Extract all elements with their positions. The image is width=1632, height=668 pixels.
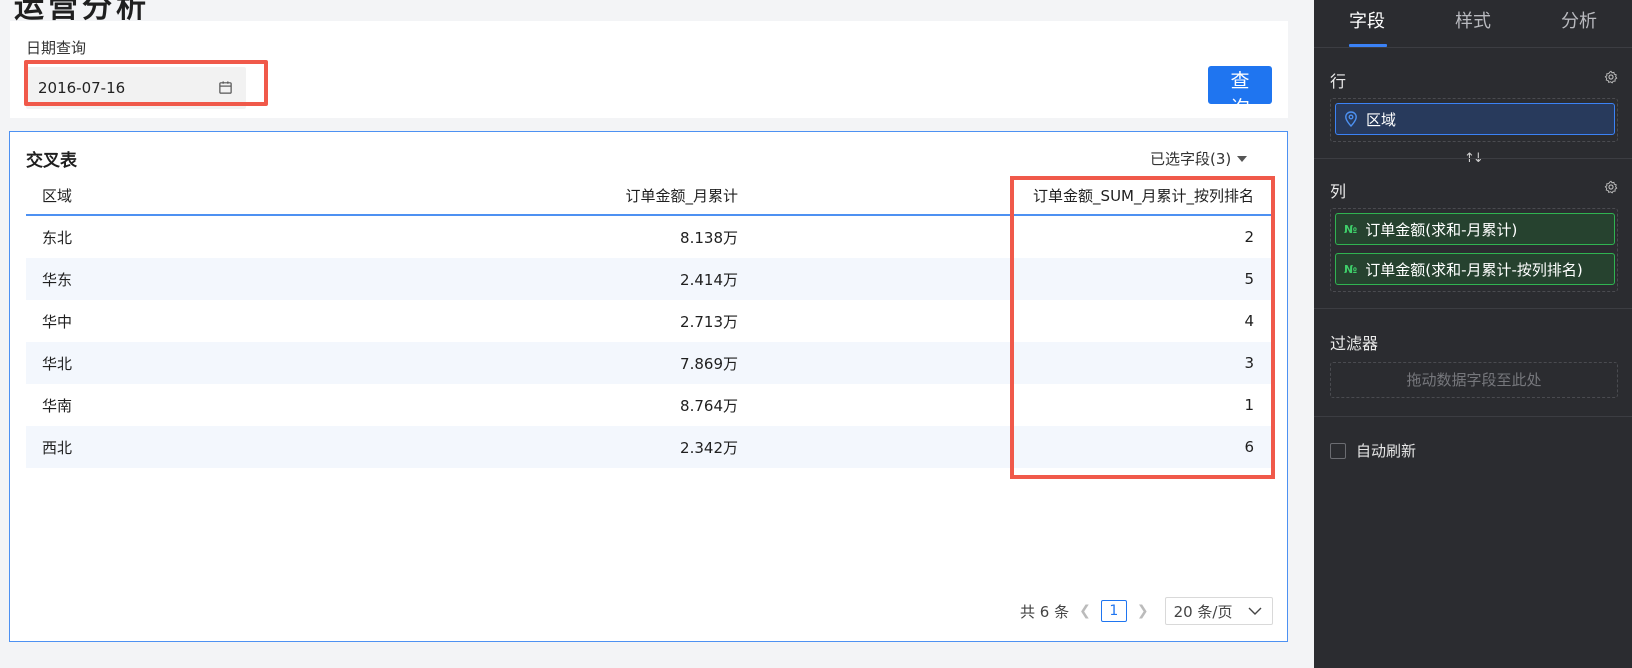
section-divider (1314, 308, 1632, 309)
cell-rank: 5 (1244, 270, 1254, 288)
chevron-down-icon (1248, 607, 1262, 615)
column-header[interactable]: 订单金额_月累计 (198, 185, 738, 206)
auto-refresh-checkbox[interactable] (1330, 442, 1346, 459)
date-picker-input[interactable]: 2016-07-16 (26, 67, 246, 109)
caret-down-icon (1237, 155, 1248, 162)
date-query-label: 日期查询 (26, 39, 87, 57)
number-type-icon: № (1344, 222, 1358, 236)
row-field-chip[interactable]: 区域 (1335, 103, 1615, 135)
cross-table: 区域 订单金额_月累计 订单金额_SUM_月累计_按列排名 东北 8.138万 … (26, 176, 1272, 468)
table-row: 华北 7.869万 3 (26, 342, 1272, 384)
config-side-panel: 字段 样式 分析 行 区域 ↑↓ 列 № 订单金额(求和-月累计) № 订单金额… (1314, 0, 1632, 668)
page-number-button[interactable]: 1 (1100, 600, 1127, 622)
tab-analysis[interactable]: 分析 (1526, 0, 1632, 47)
cell-amount: 2.713万 (680, 312, 738, 331)
table-header: 区域 订单金额_月累计 订单金额_SUM_月累计_按列排名 (26, 176, 1272, 216)
selected-fields-label: 已选字段(3) (1150, 150, 1232, 168)
cell-region: 华南 (42, 396, 73, 415)
row-field-label: 区域 (1366, 110, 1397, 129)
tab-fields[interactable]: 字段 (1314, 0, 1420, 47)
section-divider (1314, 158, 1632, 159)
gear-icon[interactable] (1604, 70, 1618, 84)
pagination: 共 6 条 ❮ 1 ❯ 20 条/页 (1020, 597, 1273, 625)
side-tabs: 字段 样式 分析 (1314, 0, 1632, 48)
page-size-select[interactable]: 20 条/页 (1164, 597, 1273, 625)
tab-style[interactable]: 样式 (1420, 0, 1526, 47)
column-header[interactable]: 区域 (26, 185, 198, 206)
cell-rank: 2 (1244, 228, 1254, 246)
number-type-icon: № (1344, 262, 1358, 276)
query-button[interactable]: 查 询 (1208, 66, 1272, 119)
chevron-left-icon[interactable]: ❮ (1079, 603, 1091, 619)
active-tab-indicator (1349, 44, 1387, 47)
date-value: 2016-07-16 (38, 79, 126, 97)
cell-amount: 8.764万 (680, 396, 738, 415)
table-row: 华东 2.414万 5 (26, 258, 1272, 300)
section-divider (1314, 416, 1632, 417)
table-row: 华南 8.764万 1 (26, 384, 1272, 426)
column-field-label: 订单金额(求和-月累计) (1365, 220, 1518, 239)
cell-amount: 7.869万 (680, 354, 738, 373)
query-panel: 日期查询 2016-07-16 查 询 (10, 21, 1288, 119)
column-field-chip[interactable]: № 订单金额(求和-月累计) (1335, 213, 1615, 245)
filter-section-title: 过滤器 (1330, 334, 1379, 353)
location-pin-icon (1345, 111, 1357, 127)
cell-region: 华中 (42, 312, 73, 331)
cell-region: 东北 (42, 228, 73, 247)
cell-rank: 1 (1244, 396, 1254, 414)
cell-rank: 3 (1244, 354, 1254, 372)
table-row: 华中 2.713万 4 (26, 300, 1272, 342)
calendar-icon[interactable] (218, 80, 234, 96)
column-header[interactable]: 订单金额_SUM_月累计_按列排名 (738, 185, 1272, 206)
cell-region: 西北 (42, 438, 73, 457)
gear-icon[interactable] (1604, 180, 1618, 194)
cell-rank: 6 (1244, 438, 1254, 456)
table-row: 东北 8.138万 2 (26, 216, 1272, 258)
page-size-label: 20 条/页 (1173, 602, 1233, 621)
rows-section-title: 行 (1330, 72, 1347, 91)
selected-fields-dropdown[interactable]: 已选字段(3) (1150, 148, 1248, 169)
columns-section-title: 列 (1330, 182, 1347, 201)
columns-dropzone[interactable]: № 订单金额(求和-月累计) № 订单金额(求和-月累计-按列排名) (1330, 208, 1618, 292)
cell-rank: 4 (1244, 312, 1254, 330)
cell-amount: 2.342万 (680, 438, 738, 457)
total-count: 共 6 条 (1020, 602, 1070, 621)
cell-region: 华北 (42, 354, 73, 373)
cell-amount: 2.414万 (680, 270, 738, 289)
cross-table-panel: 交叉表 已选字段(3) 区域 订单金额_月累计 订单金额_SUM_月累计_按列排… (9, 131, 1288, 642)
rows-dropzone[interactable]: 区域 (1330, 98, 1618, 142)
table-title: 交叉表 (26, 151, 77, 171)
column-field-label: 订单金额(求和-月累计-按列排名) (1365, 260, 1583, 279)
auto-refresh-label: 自动刷新 (1356, 442, 1417, 460)
chevron-right-icon[interactable]: ❯ (1137, 603, 1149, 619)
table-row: 西北 2.342万 6 (26, 426, 1272, 468)
auto-refresh-option[interactable]: 自动刷新 (1330, 440, 1416, 461)
cell-amount: 8.138万 (680, 228, 738, 247)
cell-region: 华东 (42, 270, 73, 289)
filter-dropzone[interactable]: 拖动数据字段至此处 (1330, 362, 1618, 398)
column-field-chip[interactable]: № 订单金额(求和-月累计-按列排名) (1335, 253, 1615, 285)
